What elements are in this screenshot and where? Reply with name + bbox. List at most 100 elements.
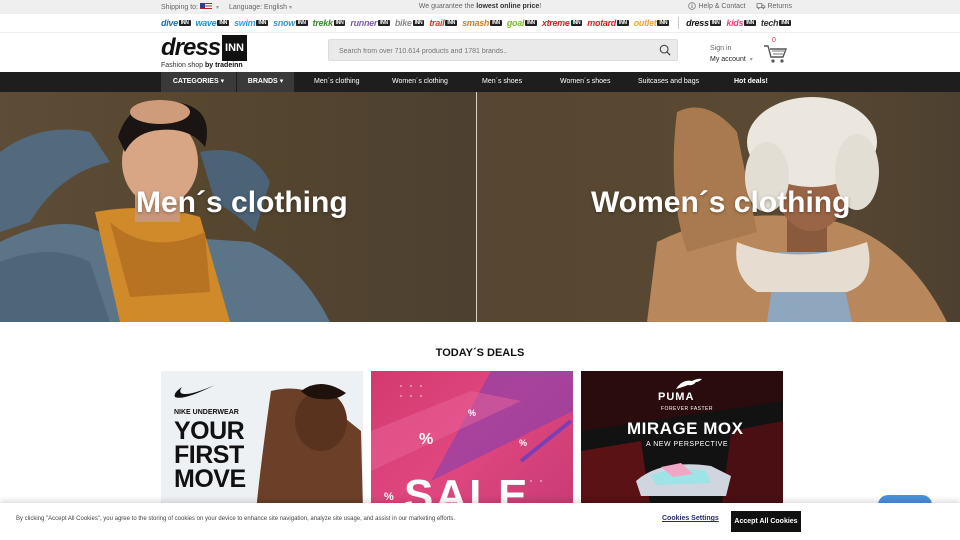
- help-contact-link[interactable]: Help & Contact: [688, 2, 746, 10]
- inn-badge: INN: [445, 20, 458, 26]
- cart-button[interactable]: 0: [763, 37, 791, 65]
- brand-site-wave[interactable]: wave INN: [196, 18, 232, 28]
- nike-line-3: MOVE: [174, 465, 246, 493]
- percent-icon: %: [519, 438, 528, 448]
- inn-badge: INN: [378, 20, 390, 26]
- nike-swoosh-icon: [174, 385, 215, 398]
- my-account-label: My account: [710, 56, 746, 63]
- brand-site-name: trail: [429, 18, 445, 28]
- search-box: [328, 39, 678, 62]
- nav-link[interactable]: Women´s clothing: [392, 72, 448, 92]
- inn-badge: INN: [570, 20, 583, 26]
- inn-badge: INN: [412, 20, 425, 26]
- hot-deals-link[interactable]: Hot deals!: [734, 72, 768, 92]
- brand-site-motard[interactable]: motard INN: [587, 18, 630, 28]
- womens-clothing-label: Women´s clothing: [591, 186, 851, 219]
- inn-badge: INN: [617, 20, 629, 26]
- brand-site-goal[interactable]: goal INN: [507, 18, 539, 28]
- brand-site-trail[interactable]: trail INN: [429, 18, 459, 28]
- inn-badge: INN: [490, 20, 502, 26]
- puma-title: MIRAGE MOX: [627, 419, 744, 438]
- nav-link[interactable]: Men´s shoes: [482, 72, 522, 92]
- puma-tagline: FOREVER FASTER: [661, 406, 714, 412]
- search-icon[interactable]: [659, 44, 671, 56]
- brand-site-kids[interactable]: kids INN: [726, 18, 758, 28]
- chevron-down-icon: ▾: [749, 57, 753, 63]
- logo-word: dress: [161, 34, 221, 61]
- nav-link[interactable]: Suitcases and bags: [638, 72, 699, 92]
- brand-site-xtreme[interactable]: xtreme INN: [542, 18, 584, 28]
- cart-icon: [764, 45, 788, 63]
- categories-menu[interactable]: CATEGORIES ▾: [161, 72, 236, 92]
- brand-site-trekk[interactable]: trekk INN: [313, 18, 348, 28]
- puma-brand-label: PUMA: [658, 391, 695, 403]
- inn-badge: INN: [256, 20, 269, 26]
- inn-badge: INN: [657, 20, 670, 26]
- accept-all-cookies-button[interactable]: Accept All Cookies: [731, 511, 801, 532]
- sale-deal[interactable]: % % % % SALE: [371, 371, 573, 511]
- puma-subtitle: A NEW PERSPECTIVE: [646, 441, 729, 448]
- returns-link[interactable]: Returns: [756, 2, 792, 10]
- cookies-settings-button[interactable]: Cookies Settings: [662, 515, 719, 522]
- brand-site-name: motard: [587, 18, 616, 28]
- site-logo[interactable]: dress INN Fashion shop by tradeinn: [161, 35, 247, 69]
- account-menu[interactable]: Sign in My account ▾: [710, 43, 753, 66]
- caret-down-icon: ▾: [279, 78, 284, 85]
- promo-bold: lowest online price: [476, 3, 540, 10]
- cookie-consent-text: By clicking "Accept All Cookies", you ag…: [16, 516, 456, 522]
- promo-prefix: We guarantee the: [418, 3, 475, 10]
- categories-label: CATEGORIES: [172, 78, 219, 85]
- brand-site-name: snow: [273, 18, 295, 28]
- mens-clothing-label: Men´s clothing: [136, 186, 348, 219]
- brand-site-name: smash: [462, 18, 490, 28]
- brand-site-snow[interactable]: snow INN: [273, 18, 310, 28]
- returns-label: Returns: [767, 2, 792, 10]
- inn-badge: INN: [525, 20, 537, 26]
- caret-down-icon: ▾: [220, 78, 225, 85]
- brand-site-name: kids: [726, 18, 744, 28]
- truck-icon: [756, 3, 765, 10]
- brand-site-name: xtreme: [541, 18, 570, 28]
- search-input[interactable]: [329, 41, 649, 62]
- brand-site-runner[interactable]: runner INN: [350, 18, 391, 28]
- brands-label: BRANDS: [247, 78, 278, 85]
- inn-badge: INN: [744, 20, 756, 26]
- brand-site-bike[interactable]: bike INN: [395, 18, 427, 28]
- utility-bar: Shipping to: ▾ Language: English ▾ We guar…: [0, 0, 960, 14]
- brand-site-dress[interactable]: dress INN: [686, 18, 723, 28]
- puma-mirage-mox-deal[interactable]: PUMA FOREVER FASTER MIRAGE MOX A NEW PER…: [581, 371, 783, 511]
- inn-badge: INN: [779, 20, 791, 26]
- brand-site-name: dress: [686, 18, 709, 28]
- inn-badge: INN: [333, 20, 346, 26]
- inn-badge: INN: [217, 20, 230, 26]
- deals-grid: NIKE UNDERWEAR YOUR FIRST MOVE % % % % S…: [161, 371, 783, 511]
- brand-site-name: bike: [394, 18, 412, 28]
- signin-label: Sign in: [710, 45, 732, 52]
- brand-site-tech[interactable]: tech INN: [761, 18, 793, 28]
- percent-icon: %: [384, 491, 394, 503]
- site-header: dressINN Fashion shop by tradeinn Sign i…: [0, 32, 960, 72]
- brand-divider: [678, 17, 680, 29]
- percent-icon: %: [419, 431, 434, 448]
- nike-underwear-deal[interactable]: NIKE UNDERWEAR YOUR FIRST MOVE: [161, 371, 363, 511]
- brand-site-outlet[interactable]: outlet INN: [634, 18, 671, 28]
- puma-cat-icon: [676, 378, 702, 389]
- brand-site-dive[interactable]: dive INN: [161, 18, 193, 28]
- brands-menu[interactable]: BRANDS ▾: [237, 72, 294, 92]
- brand-site-name: wave: [195, 18, 217, 28]
- tagline-prefix: Fashion shop: [161, 62, 204, 69]
- nav-link[interactable]: Men´s clothing: [314, 72, 360, 92]
- promo-suffix: !: [539, 3, 542, 10]
- brand-site-swim[interactable]: swim INN: [234, 18, 270, 28]
- brand-site-name: dive: [161, 18, 178, 28]
- mens-clothing-banner[interactable]: Men´s clothing: [0, 92, 476, 322]
- brand-site-name: tech: [760, 18, 779, 28]
- tagline-bold: by tradeinn: [204, 62, 243, 69]
- womens-clothing-banner[interactable]: Women´s clothing: [476, 92, 960, 322]
- brand-site-smash[interactable]: smash INN: [462, 18, 504, 28]
- brand-site-name: runner: [350, 18, 378, 28]
- percent-icon: %: [468, 408, 477, 418]
- inn-badge: INN: [178, 20, 191, 26]
- nav-link[interactable]: Women´s shoes: [560, 72, 610, 92]
- promo-message: We guarantee the lowest online price!: [0, 3, 960, 10]
